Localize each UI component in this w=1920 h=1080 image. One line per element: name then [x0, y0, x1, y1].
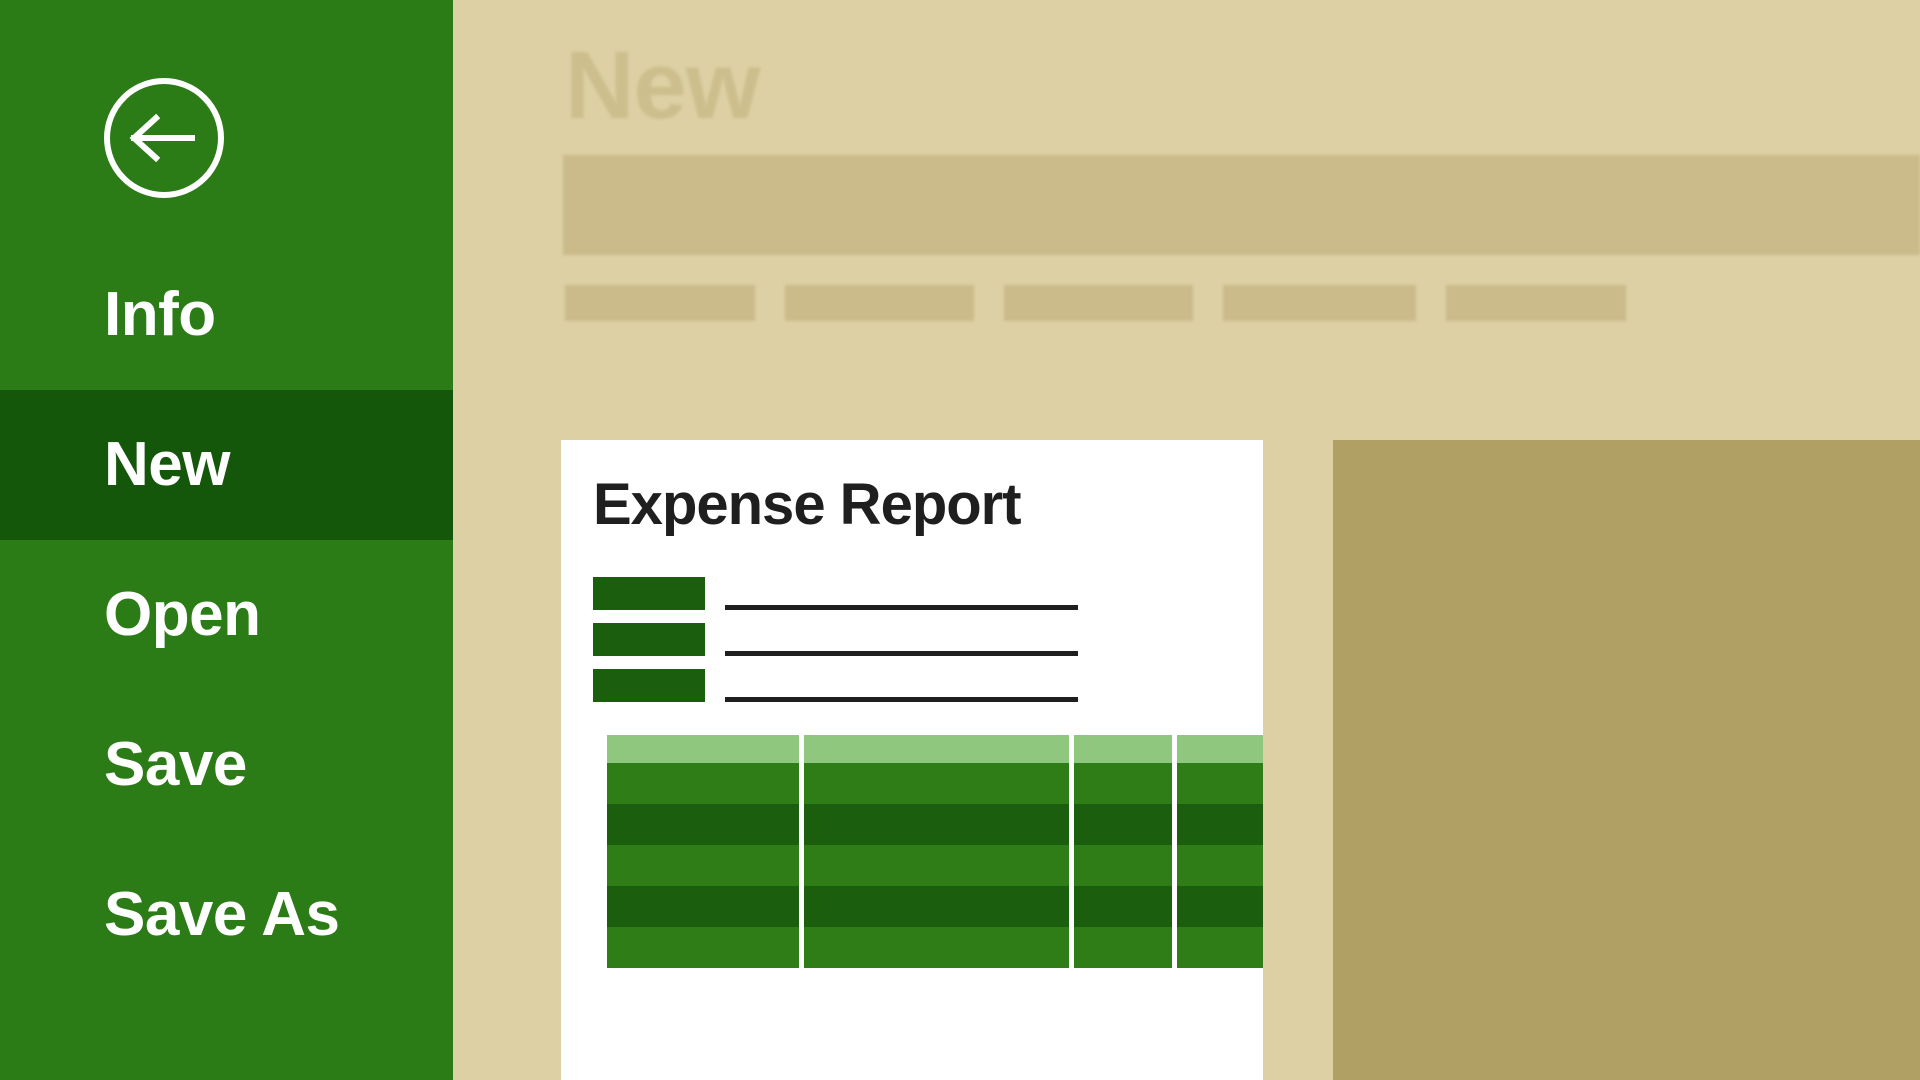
field-line-wrap [705, 669, 1233, 702]
mini-table-cell [803, 763, 1070, 804]
category-chip[interactable] [565, 285, 755, 321]
category-chip[interactable] [785, 285, 974, 321]
field-line-wrap [705, 623, 1233, 656]
template-field-row [593, 570, 1233, 616]
sidebar-item-info[interactable]: Info [0, 240, 453, 390]
mini-table-cell [1074, 927, 1172, 968]
template-field-row [593, 662, 1233, 708]
template-card-placeholder[interactable] [1333, 440, 1920, 1080]
mini-table-cell [803, 804, 1070, 845]
template-mini-table [607, 735, 1263, 968]
template-title: Expense Report [593, 472, 1022, 537]
mini-table-header-cell [607, 735, 799, 763]
mini-table-column [1074, 735, 1172, 968]
back-arrow-icon [110, 84, 218, 192]
mini-table-cell [607, 763, 799, 804]
mini-table-cell [607, 886, 799, 927]
category-chip[interactable] [1223, 285, 1416, 321]
field-tag [593, 668, 705, 702]
sidebar-item-label: Open [104, 580, 261, 649]
backstage-view: Info New Open Save Save As New Expense R… [0, 0, 1920, 1080]
mini-table-cell [803, 886, 1070, 927]
template-card-expense-report[interactable]: Expense Report [561, 440, 1263, 1080]
mini-table-header-cell [1074, 735, 1172, 763]
mini-table-cell [803, 845, 1070, 886]
backstage-content: New Expense Report [453, 0, 1920, 1080]
mini-table-cell [1176, 845, 1263, 886]
mini-table-cell [1176, 763, 1263, 804]
sidebar-item-label: Info [104, 280, 216, 349]
mini-table-cell [1074, 763, 1172, 804]
sidebar-item-save-as[interactable]: Save As [0, 840, 453, 990]
mini-table-column [1176, 735, 1263, 968]
mini-table-column [803, 735, 1070, 968]
field-underline [725, 604, 1078, 610]
field-underline [725, 650, 1078, 656]
mini-table-cell [1176, 886, 1263, 927]
template-field-row [593, 616, 1233, 662]
mini-table-header-cell [1176, 735, 1263, 763]
back-button[interactable] [104, 78, 224, 198]
field-tag [593, 622, 705, 656]
backstage-nav-list: Info New Open Save Save As [0, 240, 453, 990]
field-line-wrap [705, 577, 1233, 610]
mini-table-cell [1176, 927, 1263, 968]
page-title: New [565, 32, 760, 139]
sidebar-item-label: Save [104, 730, 247, 799]
category-chip-list [565, 285, 1626, 321]
sidebar-item-label: New [104, 430, 230, 499]
sidebar-item-open[interactable]: Open [0, 540, 453, 690]
mini-table-cell [803, 927, 1070, 968]
search-input[interactable] [563, 155, 1920, 255]
category-chip[interactable] [1004, 285, 1193, 321]
mini-table-header-cell [803, 735, 1070, 763]
backstage-sidebar: Info New Open Save Save As [0, 0, 453, 1080]
mini-table-cell [607, 804, 799, 845]
mini-table-column [607, 735, 799, 968]
field-tag [593, 576, 705, 610]
mini-table-cell [1074, 845, 1172, 886]
sidebar-item-new[interactable]: New [0, 390, 453, 540]
mini-table-cell [1074, 804, 1172, 845]
mini-table-cell [1074, 886, 1172, 927]
mini-table-cell [607, 927, 799, 968]
template-field-list [593, 570, 1233, 708]
field-underline [725, 696, 1078, 702]
sidebar-item-save[interactable]: Save [0, 690, 453, 840]
mini-table-cell [607, 845, 799, 886]
sidebar-item-label: Save As [104, 880, 340, 949]
category-chip[interactable] [1446, 285, 1626, 321]
mini-table-cell [1176, 804, 1263, 845]
